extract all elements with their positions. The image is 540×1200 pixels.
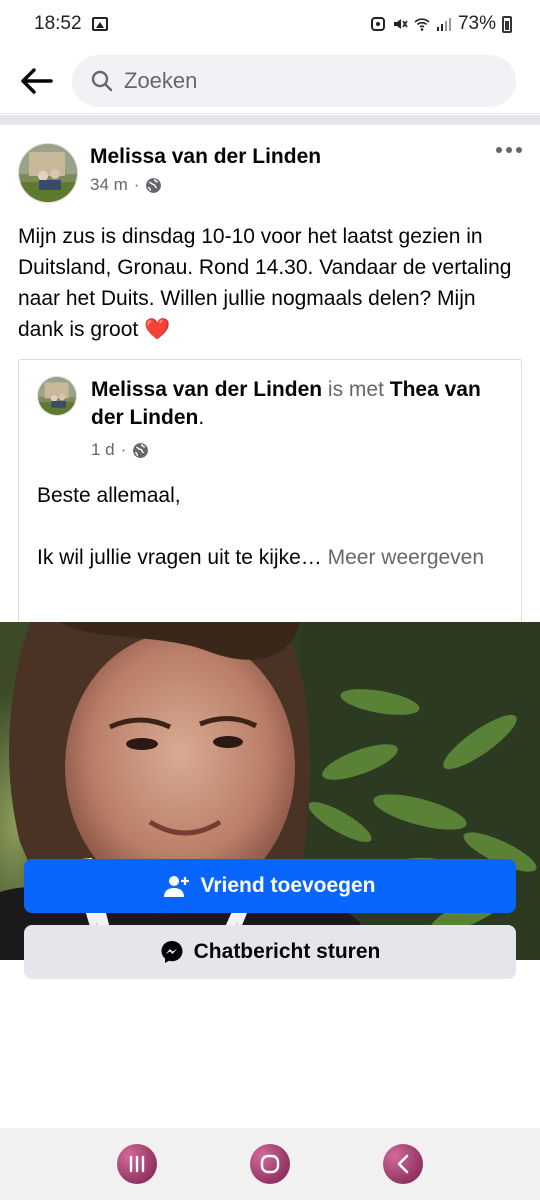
- post-author[interactable]: Melissa van der Linden: [90, 145, 321, 169]
- recent-apps-button[interactable]: [116, 1144, 157, 1184]
- search-input[interactable]: Zoeken: [72, 54, 516, 107]
- see-more-link[interactable]: Meer weergeven: [328, 546, 484, 569]
- search-icon: [91, 70, 113, 91]
- shared-excerpt: Ik wil jullie vragen uit te kijke…: [37, 546, 322, 569]
- gallery-icon: [91, 17, 108, 31]
- post-text: Mijn zus is dinsdag 10-10 voor het laats…: [0, 215, 540, 345]
- more-options-icon[interactable]: [496, 147, 522, 153]
- send-message-button[interactable]: Chatbericht sturen: [24, 925, 516, 979]
- post: Melissa van der Linden 34 m · Mijn zus i…: [0, 125, 540, 960]
- back-chevron-icon: [398, 1154, 409, 1174]
- recent-apps-icon: [129, 1155, 144, 1173]
- shared-sub-meta: 1 d ·: [91, 440, 511, 460]
- back-arrow-icon[interactable]: [16, 61, 56, 101]
- shared-time[interactable]: 1 d: [91, 440, 115, 460]
- shared-body: Beste allemaal, Ik wil jullie vragen uit…: [19, 460, 521, 573]
- post-sub-meta: 34 m ·: [90, 175, 321, 195]
- add-friend-label: Vriend toevoegen: [200, 874, 376, 897]
- dnd-icon: [370, 17, 385, 31]
- feed-separator: [0, 115, 540, 125]
- post-meta: Melissa van der Linden 34 m ·: [90, 143, 321, 215]
- shared-author[interactable]: Melissa van der Linden: [91, 378, 322, 401]
- post-header: Melissa van der Linden 34 m ·: [0, 125, 540, 215]
- system-navigation-bar: [0, 1128, 540, 1200]
- status-bar: 18:52 73%: [0, 0, 540, 48]
- wifi-call-icon: [414, 18, 430, 31]
- top-bar: Zoeken: [0, 48, 540, 114]
- send-message-label: Chatbericht sturen: [193, 940, 381, 963]
- shared-line-2: Ik wil jullie vragen uit te kijke… Meer …: [37, 542, 521, 573]
- battery-percent: 73%: [457, 13, 496, 34]
- post-body: Mijn zus is dinsdag 10-10 voor het laats…: [18, 225, 512, 341]
- status-icons: 73%: [370, 13, 512, 35]
- shared-line-1: Beste allemaal,: [37, 484, 181, 507]
- battery-icon: [502, 15, 512, 33]
- shared-connector: is met: [327, 378, 384, 401]
- home-button[interactable]: [249, 1144, 290, 1184]
- shared-title: Melissa van der Linden is met Thea van d…: [91, 376, 511, 432]
- home-icon: [260, 1154, 280, 1174]
- back-button[interactable]: [383, 1144, 424, 1184]
- messenger-icon: [161, 941, 183, 963]
- shared-meta: Melissa van der Linden is met Thea van d…: [91, 376, 511, 460]
- search-placeholder: Zoeken: [124, 67, 198, 93]
- post-time[interactable]: 34 m: [90, 175, 128, 195]
- globe-icon: [133, 442, 149, 458]
- status-time: 18:52: [34, 13, 82, 34]
- author-avatar[interactable]: [18, 143, 78, 203]
- signal-icon: [436, 18, 451, 31]
- heart-emoji: ❤️: [144, 318, 171, 341]
- shared-post[interactable]: Melissa van der Linden is met Thea van d…: [18, 359, 522, 625]
- shared-author-avatar[interactable]: [37, 376, 77, 416]
- shared-post-header: Melissa van der Linden is met Thea van d…: [19, 360, 521, 460]
- shared-period: .: [198, 406, 205, 429]
- add-friend-icon: [164, 876, 190, 897]
- meta-separator: ·: [133, 175, 140, 194]
- add-friend-button[interactable]: Vriend toevoegen: [24, 859, 516, 913]
- mute-icon: [393, 19, 408, 29]
- globe-icon: [146, 177, 162, 193]
- shared-meta-separator: ·: [120, 440, 127, 459]
